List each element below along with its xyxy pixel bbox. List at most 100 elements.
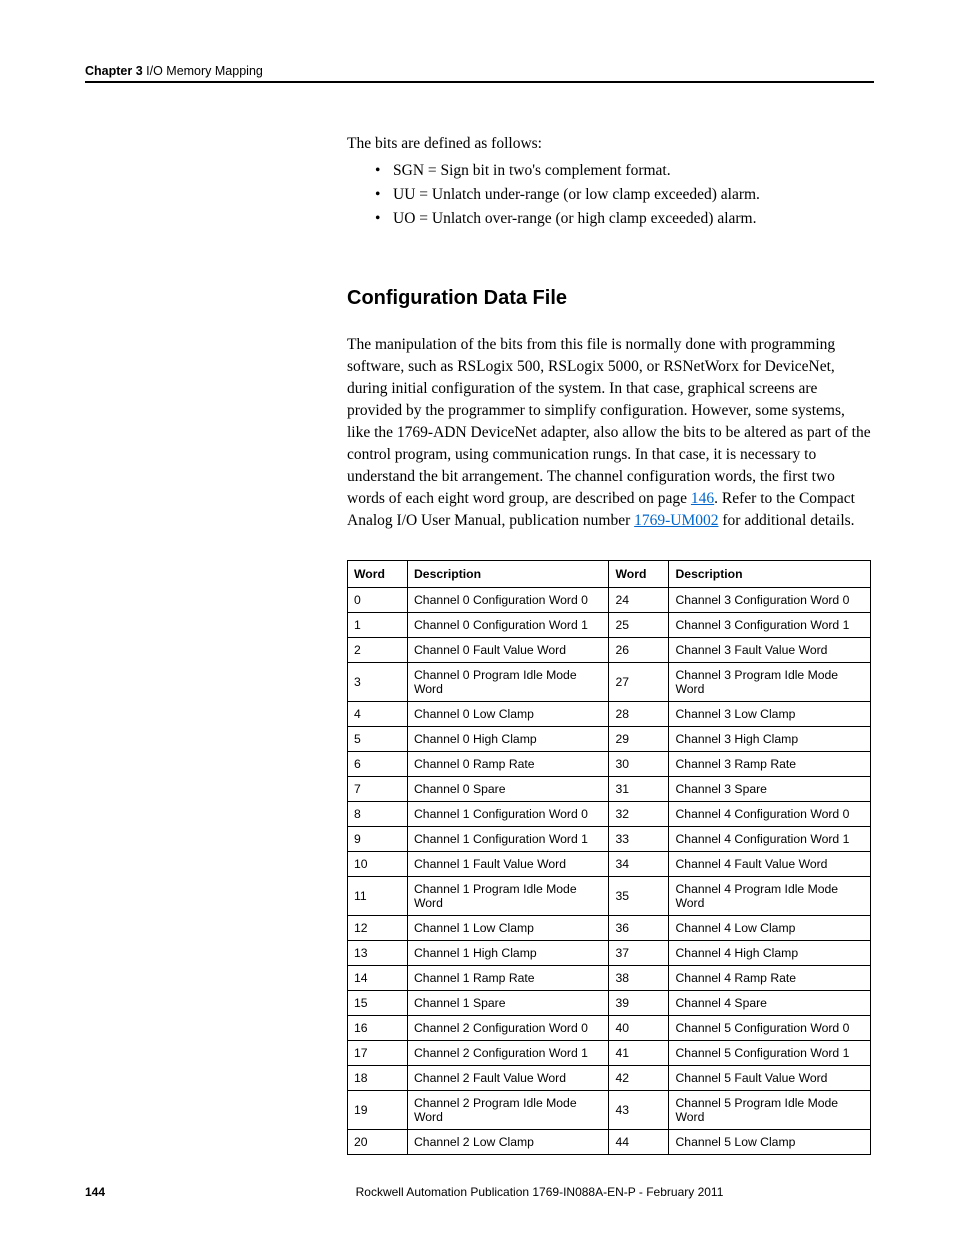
table-cell-word: 40	[609, 1016, 669, 1041]
table-cell-word: 6	[348, 752, 408, 777]
page-header: Chapter 3 I/O Memory Mapping	[85, 64, 874, 83]
table-cell-description: Channel 4 Configuration Word 1	[669, 827, 871, 852]
table-row: 18Channel 2 Fault Value Word42Channel 5 …	[348, 1066, 871, 1091]
table-cell-word: 9	[348, 827, 408, 852]
table-row: 4Channel 0 Low Clamp28Channel 3 Low Clam…	[348, 702, 871, 727]
table-row: 19Channel 2 Program Idle Mode Word43Chan…	[348, 1091, 871, 1130]
table-cell-description: Channel 3 Low Clamp	[669, 702, 871, 727]
table-row: 10Channel 1 Fault Value Word34Channel 4 …	[348, 852, 871, 877]
table-header-description: Description	[408, 561, 609, 588]
bullet-list: SGN = Sign bit in two's complement forma…	[347, 159, 871, 231]
table-cell-word: 13	[348, 941, 408, 966]
table-cell-word: 29	[609, 727, 669, 752]
table-cell-description: Channel 2 Configuration Word 1	[408, 1041, 609, 1066]
table-cell-word: 25	[609, 613, 669, 638]
table-row: 3Channel 0 Program Idle Mode Word27Chann…	[348, 663, 871, 702]
table-row: 6Channel 0 Ramp Rate30Channel 3 Ramp Rat…	[348, 752, 871, 777]
table-cell-description: Channel 5 Program Idle Mode Word	[669, 1091, 871, 1130]
table-cell-word: 38	[609, 966, 669, 991]
table-row: 7Channel 0 Spare31Channel 3 Spare	[348, 777, 871, 802]
table-header-word: Word	[609, 561, 669, 588]
table-cell-description: Channel 3 Configuration Word 1	[669, 613, 871, 638]
table-cell-description: Channel 2 Fault Value Word	[408, 1066, 609, 1091]
table-cell-word: 41	[609, 1041, 669, 1066]
table-row: 2Channel 0 Fault Value Word26Channel 3 F…	[348, 638, 871, 663]
table-cell-word: 18	[348, 1066, 408, 1091]
table-cell-description: Channel 0 Fault Value Word	[408, 638, 609, 663]
table-cell-word: 12	[348, 916, 408, 941]
table-row: 14Channel 1 Ramp Rate38Channel 4 Ramp Ra…	[348, 966, 871, 991]
table-row: 1Channel 0 Configuration Word 125Channel…	[348, 613, 871, 638]
table-row: 5Channel 0 High Clamp29Channel 3 High Cl…	[348, 727, 871, 752]
table-cell-word: 7	[348, 777, 408, 802]
table-cell-description: Channel 3 Program Idle Mode Word	[669, 663, 871, 702]
table-cell-word: 11	[348, 877, 408, 916]
table-cell-description: Channel 5 Low Clamp	[669, 1130, 871, 1155]
page-footer: 144 Rockwell Automation Publication 1769…	[85, 1185, 874, 1199]
table-cell-word: 0	[348, 588, 408, 613]
page-link[interactable]: 146	[691, 490, 714, 507]
table-cell-word: 20	[348, 1130, 408, 1155]
table-cell-word: 26	[609, 638, 669, 663]
table-cell-word: 43	[609, 1091, 669, 1130]
table-cell-word: 30	[609, 752, 669, 777]
paragraph-text: for additional details.	[719, 512, 855, 529]
word-description-table: Word Description Word Description 0Chann…	[347, 560, 871, 1155]
table-row: 11Channel 1 Program Idle Mode Word35Chan…	[348, 877, 871, 916]
table-cell-description: Channel 5 Configuration Word 1	[669, 1041, 871, 1066]
table-row: 9Channel 1 Configuration Word 133Channel…	[348, 827, 871, 852]
table-cell-word: 5	[348, 727, 408, 752]
table-cell-description: Channel 4 Fault Value Word	[669, 852, 871, 877]
body-paragraph: The manipulation of the bits from this f…	[347, 334, 871, 532]
table-cell-description: Channel 3 Fault Value Word	[669, 638, 871, 663]
table-cell-description: Channel 4 High Clamp	[669, 941, 871, 966]
table-cell-word: 10	[348, 852, 408, 877]
table-cell-description: Channel 2 Program Idle Mode Word	[408, 1091, 609, 1130]
table-cell-word: 32	[609, 802, 669, 827]
table-cell-description: Channel 3 High Clamp	[669, 727, 871, 752]
table-cell-word: 4	[348, 702, 408, 727]
chapter-title: I/O Memory Mapping	[146, 64, 263, 78]
publication-link[interactable]: 1769-UM002	[634, 512, 718, 529]
table-cell-description: Channel 4 Configuration Word 0	[669, 802, 871, 827]
table-cell-word: 34	[609, 852, 669, 877]
table-cell-word: 37	[609, 941, 669, 966]
table-cell-description: Channel 1 Configuration Word 1	[408, 827, 609, 852]
bullet-item: SGN = Sign bit in two's complement forma…	[393, 159, 871, 183]
table-row: 12Channel 1 Low Clamp36Channel 4 Low Cla…	[348, 916, 871, 941]
table-cell-word: 33	[609, 827, 669, 852]
table-cell-description: Channel 4 Low Clamp	[669, 916, 871, 941]
table-cell-word: 31	[609, 777, 669, 802]
table-cell-word: 42	[609, 1066, 669, 1091]
table-cell-description: Channel 1 Fault Value Word	[408, 852, 609, 877]
table-cell-description: Channel 1 Program Idle Mode Word	[408, 877, 609, 916]
table-cell-word: 2	[348, 638, 408, 663]
table-row: 8Channel 1 Configuration Word 032Channel…	[348, 802, 871, 827]
table-header-description: Description	[669, 561, 871, 588]
table-cell-description: Channel 0 Configuration Word 0	[408, 588, 609, 613]
table-cell-description: Channel 0 Spare	[408, 777, 609, 802]
table-cell-word: 8	[348, 802, 408, 827]
intro-text: The bits are defined as follows:	[347, 133, 871, 155]
table-cell-word: 44	[609, 1130, 669, 1155]
table-cell-description: Channel 3 Ramp Rate	[669, 752, 871, 777]
table-cell-word: 35	[609, 877, 669, 916]
table-cell-description: Channel 3 Configuration Word 0	[669, 588, 871, 613]
table-row: 17Channel 2 Configuration Word 141Channe…	[348, 1041, 871, 1066]
table-cell-word: 1	[348, 613, 408, 638]
table-cell-word: 16	[348, 1016, 408, 1041]
table-cell-word: 17	[348, 1041, 408, 1066]
table-cell-description: Channel 2 Configuration Word 0	[408, 1016, 609, 1041]
table-row: 0Channel 0 Configuration Word 024Channel…	[348, 588, 871, 613]
table-cell-description: Channel 1 Ramp Rate	[408, 966, 609, 991]
table-cell-description: Channel 5 Fault Value Word	[669, 1066, 871, 1091]
table-header-word: Word	[348, 561, 408, 588]
bullet-item: UU = Unlatch under-range (or low clamp e…	[393, 183, 871, 207]
table-cell-description: Channel 2 Low Clamp	[408, 1130, 609, 1155]
table-cell-description: Channel 1 Configuration Word 0	[408, 802, 609, 827]
paragraph-text: The manipulation of the bits from this f…	[347, 336, 871, 507]
table-cell-description: Channel 4 Spare	[669, 991, 871, 1016]
table-cell-description: Channel 1 Low Clamp	[408, 916, 609, 941]
bullet-item: UO = Unlatch over-range (or high clamp e…	[393, 207, 871, 231]
table-cell-description: Channel 1 High Clamp	[408, 941, 609, 966]
